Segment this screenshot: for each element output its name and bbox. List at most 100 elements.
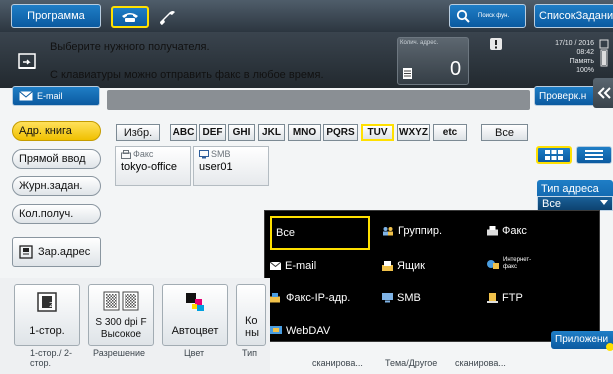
menu-multiple-destinations[interactable]: Кол.получ. (12, 204, 101, 224)
svg-text:2: 2 (49, 301, 53, 309)
color-button[interactable]: Автоцвет (162, 284, 228, 346)
tab-def[interactable]: DEF (199, 124, 226, 141)
option-internet-fax-label: Интернет- факс (503, 257, 532, 270)
warning-icon (490, 38, 502, 50)
option-email-label: E-mail (285, 260, 317, 272)
fax-send-icon (18, 53, 36, 69)
scan-caption-2: Тема/Другое (385, 358, 438, 368)
grid-view-icon (545, 150, 563, 160)
memory-value: 100% (576, 67, 594, 74)
time-text: 08:42 (576, 49, 594, 56)
program-button[interactable]: Программа (11, 4, 101, 28)
search-icon (456, 9, 470, 23)
simplex-icon: 2 (37, 292, 57, 312)
option-ip-fax[interactable]: Факс-IP-адр. (270, 292, 350, 304)
envelope-icon (270, 262, 281, 270)
address-type-label: Тип адреса (541, 183, 599, 195)
option-webdav[interactable]: WebDAV (270, 325, 330, 337)
tab-ghi[interactable]: GHI (228, 124, 255, 141)
simplex-caption: 1-стор./ 2-стор. (30, 348, 73, 368)
entry-type: Факс (121, 149, 153, 159)
fax-mode-button[interactable] (111, 6, 149, 28)
counter-value: 0 (450, 58, 462, 80)
original-type-button[interactable]: Ко ны (236, 284, 266, 346)
fax-icon (487, 226, 498, 236)
tab-jkl[interactable]: JKL (258, 124, 285, 141)
detail-view-button[interactable] (576, 146, 612, 164)
applications-button[interactable]: Приложени (551, 331, 613, 349)
option-internet-fax[interactable]: Интернет- факс (487, 257, 537, 271)
smb-icon (199, 149, 209, 158)
ip-fax-icon (270, 293, 280, 303)
tab-wxyz[interactable]: WXYZ (397, 124, 430, 141)
memory-label: Память (569, 58, 594, 65)
menu-direct-input[interactable]: Прямой ввод (12, 149, 101, 169)
entry-name: tokyo-office (121, 161, 178, 173)
option-fax[interactable]: Факс (487, 225, 527, 237)
scan-caption-3: сканирова... (455, 358, 506, 368)
option-smb[interactable]: SMB (382, 292, 421, 304)
onhook-button[interactable] (152, 6, 182, 28)
tab-all[interactable]: Все (481, 124, 528, 141)
resolution-caption: Разрешение (93, 348, 145, 358)
list-view-icon (585, 150, 603, 160)
tab-abc[interactable]: ABC (170, 124, 197, 141)
instruction-text: Выберите нужного получателя. (50, 41, 210, 53)
original-type-label: Ко ны (245, 315, 259, 339)
address-book-icon (19, 245, 33, 259)
register-address-button[interactable]: Зар.адрес (12, 237, 101, 267)
email-destination-label: E-mail (37, 91, 63, 101)
tab-mno[interactable]: MNO (288, 124, 321, 141)
entry-type-label: SMB (211, 149, 231, 159)
dropdown-caret-icon (600, 200, 608, 205)
option-smb-label: SMB (397, 292, 421, 304)
counter-label: Колич. адрес. (400, 40, 439, 46)
color-label: Автоцвет (171, 325, 219, 337)
entry-type: SMB (199, 149, 231, 159)
email-destination-button[interactable]: E-mail (12, 86, 100, 106)
color-caption: Цвет (184, 348, 205, 358)
tab-etc[interactable]: etc (433, 124, 467, 141)
option-all[interactable]: Все (270, 216, 370, 250)
option-ftp[interactable]: FTP (487, 292, 523, 304)
menu-job-history[interactable]: Журн.задан. (12, 176, 101, 196)
entry-type-label: Факс (133, 149, 154, 159)
option-ip-fax-label: Факс-IP-адр. (286, 292, 351, 304)
function-search-button[interactable]: Поиск фун. (449, 4, 526, 28)
tab-favorites[interactable]: Избр. (116, 124, 160, 141)
resolution-icon (103, 291, 139, 311)
option-box[interactable]: Ящик (382, 260, 425, 272)
option-box-label: Ящик (397, 260, 425, 272)
option-webdav-label: WebDAV (286, 325, 331, 337)
scan-caption-1: сканирова... (312, 358, 363, 368)
ftp-icon (487, 293, 498, 303)
group-icon (383, 227, 393, 236)
fax-icon (121, 149, 131, 159)
function-search-label: Поиск фун. (478, 12, 510, 19)
option-all-label: Все (276, 227, 295, 239)
address-entry[interactable]: SMB user01 (193, 146, 269, 186)
address-entry[interactable]: Факс tokyo-office (115, 146, 191, 186)
box-icon (382, 261, 393, 271)
list-view-button[interactable] (536, 146, 572, 164)
date-time-panel: 17/10 / 2016 08:42 Память 100% (530, 39, 594, 75)
resolution-button[interactable]: S 300 dpi F Высокое (88, 284, 154, 346)
internet-fax-icon (487, 260, 499, 269)
envelope-icon (19, 91, 33, 101)
tab-tuv[interactable]: TUV (361, 124, 394, 141)
job-list-button[interactable]: СписокЗаданий (534, 4, 613, 28)
option-fax-label: Факс (502, 225, 527, 237)
option-group[interactable]: Группир. (382, 225, 442, 237)
tab-pqrs[interactable]: PQRS (323, 124, 358, 141)
menu-address-book[interactable]: Адр. книга (12, 121, 101, 141)
handset-icon (160, 11, 175, 25)
memory-gauge-icon (599, 39, 609, 67)
register-address-label: Зар.адрес (38, 246, 91, 258)
collapse-panel-button[interactable] (593, 78, 613, 108)
list-icon (403, 68, 412, 79)
option-email[interactable]: E-mail (270, 260, 316, 272)
simplex-duplex-button[interactable]: 2 1-стор. (14, 284, 80, 346)
entry-name: user01 (199, 161, 233, 173)
destination-field[interactable] (107, 90, 530, 110)
auto-color-icon (186, 293, 204, 311)
